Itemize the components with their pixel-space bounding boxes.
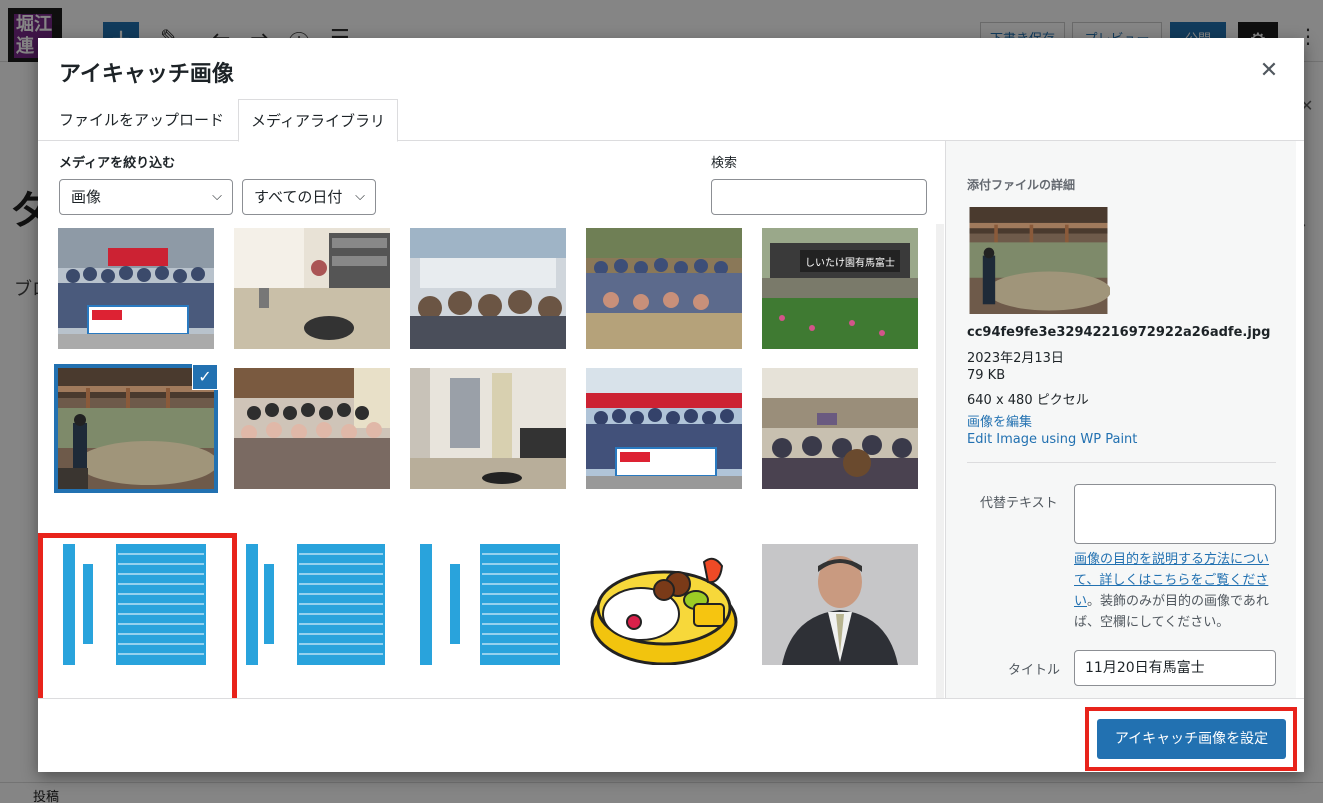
media-thumbnail-bento-illustration[interactable] [586, 544, 742, 665]
media-thumbnail-document-list-2[interactable] [234, 544, 390, 665]
chevron-down-icon: ⌵ [212, 189, 222, 204]
media-thumbnail-room-interior[interactable] [234, 228, 390, 349]
attachment-date: 2023年2月13日 [967, 351, 1064, 366]
group-photo-image [58, 228, 214, 349]
alt-text-help-rest: 。装飾のみが目的の画像であれば、空欄にしてください。 [1074, 594, 1269, 630]
date-filter-value: すべての日付 [254, 188, 343, 206]
wp-paint-link[interactable]: Edit Image using WP Paint [967, 432, 1137, 447]
selected-check-icon[interactable]: ✓ [192, 364, 218, 390]
tab-media-library[interactable]: メディアライブラリ [238, 99, 398, 142]
featured-image-modal: アイキャッチ画像 ✕ ファイルをアップロード メディアライブラリ メディアを絞り… [38, 38, 1304, 772]
bento-illustration-image [586, 544, 742, 665]
media-thumbnail-document-list-3[interactable] [410, 544, 566, 665]
attachment-size: 79 KB [967, 368, 1006, 383]
media-thumbnail-portrait[interactable] [762, 544, 918, 665]
attachment-preview [967, 207, 1112, 314]
modal-footer: アイキャッチ画像を設定 [38, 698, 1304, 772]
close-icon[interactable]: ✕ [1256, 58, 1282, 84]
meeting-hall-image [762, 368, 918, 489]
attachment-details-heading: 添付ファイルの詳細 [967, 178, 1076, 192]
indoor-gathering-image [410, 228, 566, 349]
media-thumbnail-group-photo-banner[interactable] [58, 228, 214, 349]
media-type-select[interactable]: 画像 ⌵ [59, 179, 233, 215]
alt-text-field[interactable] [1074, 484, 1276, 544]
chevron-down-icon: ⌵ [355, 189, 365, 204]
search-input[interactable] [711, 179, 927, 215]
filter-media-label: メディアを絞り込む [59, 156, 176, 171]
document-list-image [58, 544, 214, 665]
pond-image [58, 368, 214, 489]
room-interior-image [234, 228, 390, 349]
alt-text-label: 代替テキスト [980, 496, 1058, 511]
outdoor-group-image [586, 228, 742, 349]
media-thumbnail-document-list-1[interactable] [58, 544, 214, 665]
divider [967, 462, 1276, 463]
attachment-details-panel: 添付ファイルの詳細 cc94fe9fe3e32942216972922a26ad… [945, 141, 1296, 698]
media-thumbnail-outdoor-group[interactable] [586, 228, 742, 349]
tab-upload-files[interactable]: ファイルをアップロード [47, 99, 236, 142]
sign-text: しいたけ園有馬富士 [805, 256, 895, 269]
media-thumbnail-group-indoor[interactable] [234, 368, 390, 489]
media-thumbnail-pond-selected[interactable]: ✓ [54, 364, 218, 493]
media-grid: しいたけ園有馬富士 ✓ [38, 224, 943, 698]
alt-text-help: 画像の目的を説明する方法について、詳しくはこちらをご覧ください。装飾のみが目的の… [1074, 549, 1278, 633]
set-featured-image-button[interactable]: アイキャッチ画像を設定 [1097, 719, 1286, 759]
media-thumbnail-group-banner-outdoor[interactable] [586, 368, 742, 489]
modal-title: アイキャッチ画像 [59, 62, 234, 87]
shelf-interior-image [410, 368, 566, 489]
group-indoor-image [234, 368, 390, 489]
edit-image-link[interactable]: 画像を編集 [967, 411, 1032, 430]
pond-preview-image [969, 207, 1112, 314]
attachment-dimensions: 640 x 480 ピクセル [967, 393, 1089, 408]
media-thumbnail-indoor-gathering[interactable] [410, 228, 566, 349]
attachment-filename: cc94fe9fe3e32942216972922a26adfe.jpg [967, 325, 1271, 340]
media-type-value: 画像 [71, 188, 102, 206]
portrait-image [762, 544, 918, 665]
title-field[interactable]: 11月20日有馬富士 [1074, 650, 1276, 686]
group-banner-outdoor-image [586, 368, 742, 489]
grid-scrollbar[interactable] [936, 224, 944, 698]
search-label: 検索 [711, 156, 738, 171]
media-thumbnail-shelf-interior[interactable] [410, 368, 566, 489]
title-label: タイトル [1008, 663, 1061, 678]
media-thumbnail-shiitake-sign[interactable]: しいたけ園有馬富士 [762, 228, 918, 349]
date-filter-select[interactable]: すべての日付 ⌵ [242, 179, 376, 215]
document-list-image [410, 544, 566, 665]
shiitake-sign-image: しいたけ園有馬富士 [762, 228, 918, 349]
media-thumbnail-meeting-hall[interactable] [762, 368, 918, 489]
document-list-image [234, 544, 390, 665]
media-tabs: ファイルをアップロード メディアライブラリ [38, 99, 1304, 142]
